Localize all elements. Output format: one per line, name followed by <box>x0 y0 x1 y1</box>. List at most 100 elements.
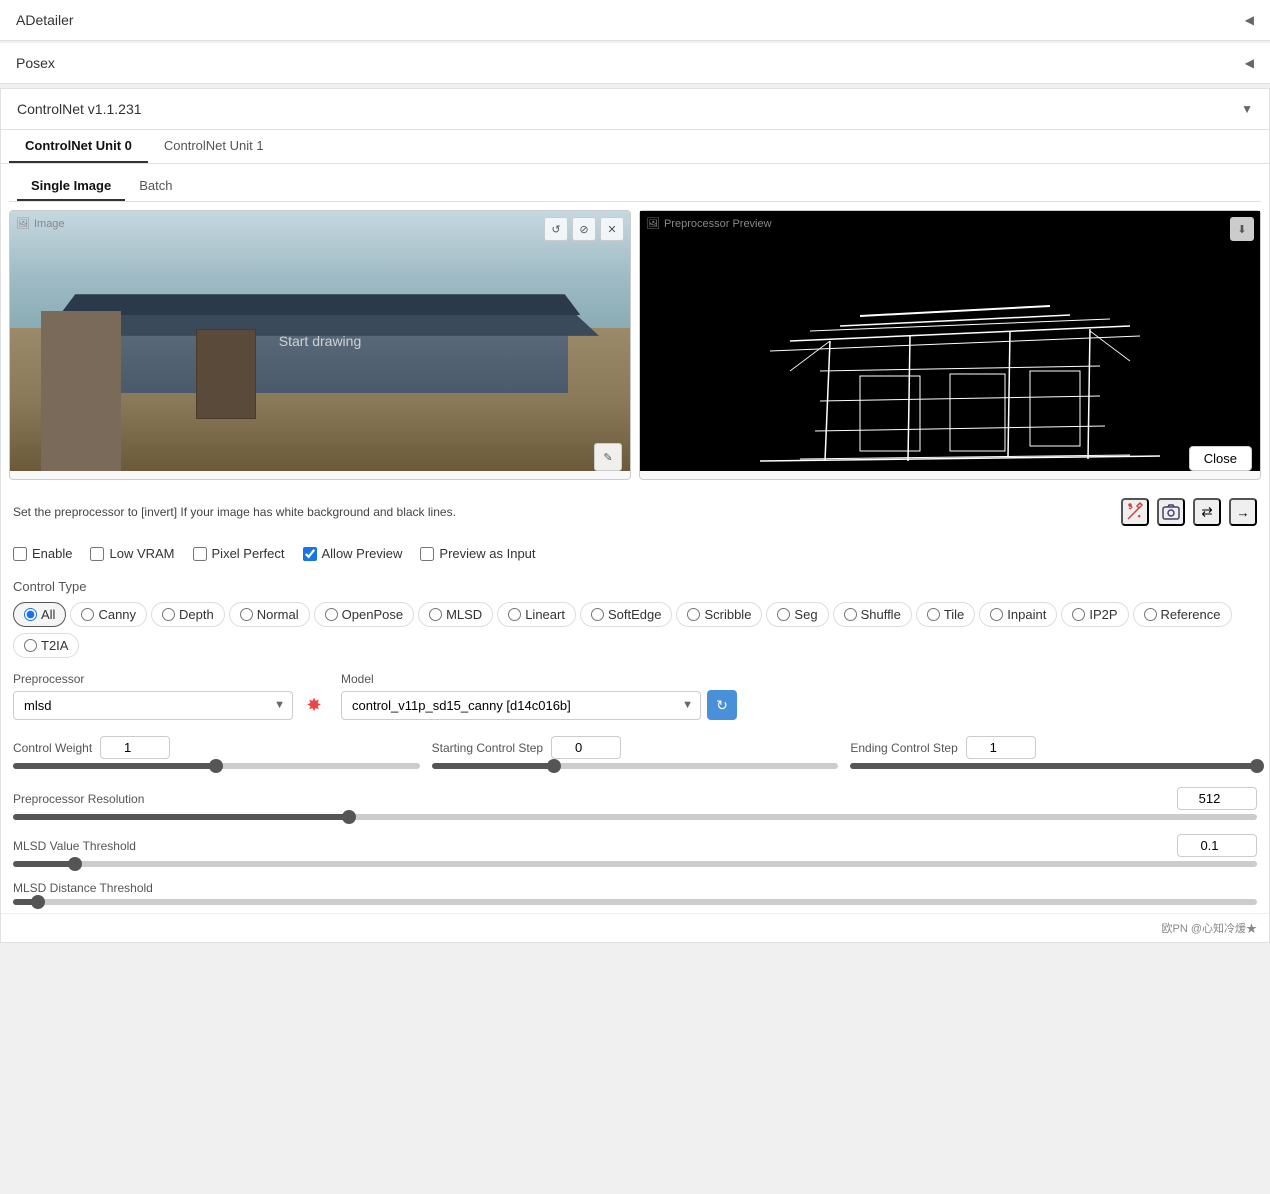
model-select-wrapper: control_v11p_sd15_canny [d14c016b] None … <box>341 691 701 720</box>
close-button[interactable]: ✕ <box>600 217 624 241</box>
radio-seg[interactable]: Seg <box>766 602 828 627</box>
radio-input-scribble[interactable] <box>687 608 700 621</box>
image-icon: 🖼 <box>16 217 30 230</box>
model-field-label: Model <box>341 672 737 686</box>
send-button[interactable]: → <box>1229 498 1257 526</box>
allow-preview-checkbox-input[interactable] <box>303 547 317 561</box>
radio-label-depth: Depth <box>179 607 214 622</box>
tab-unit0[interactable]: ControlNet Unit 0 <box>9 130 148 163</box>
preprocessor-resolution-input[interactable] <box>1177 787 1257 810</box>
mlsd-value-thumb[interactable] <box>68 857 82 871</box>
ending-step-input[interactable] <box>966 736 1036 759</box>
model-field-group: Model control_v11p_sd15_canny [d14c016b]… <box>341 672 737 720</box>
radio-input-seg[interactable] <box>777 608 790 621</box>
radio-input-openpose[interactable] <box>325 608 338 621</box>
control-weight-track <box>13 763 420 769</box>
preprocessor-field-group: Preprocessor mlsd none canny depth_midas… <box>13 672 329 720</box>
radio-tile[interactable]: Tile <box>916 602 975 627</box>
radio-all[interactable]: All <box>13 602 66 627</box>
radio-mlsd[interactable]: MLSD <box>418 602 493 627</box>
pixel-perfect-checkbox[interactable]: Pixel Perfect <box>193 546 285 561</box>
radio-input-normal[interactable] <box>240 608 253 621</box>
enable-checkbox[interactable]: Enable <box>13 546 72 561</box>
starting-step-thumb[interactable] <box>547 759 561 773</box>
ending-step-thumb[interactable] <box>1250 759 1264 773</box>
mlsd-distance-thumb[interactable] <box>31 895 45 909</box>
preprocessor-resolution-thumb[interactable] <box>342 810 356 824</box>
radio-ip2p[interactable]: IP2P <box>1061 602 1128 627</box>
radio-input-shuffle[interactable] <box>844 608 857 621</box>
radio-input-lineart[interactable] <box>508 608 521 621</box>
tab-unit1[interactable]: ControlNet Unit 1 <box>148 130 280 163</box>
eraser-button[interactable]: ⊘ <box>572 217 596 241</box>
radio-input-t2ia[interactable] <box>24 639 37 652</box>
low-vram-checkbox[interactable]: Low VRAM <box>90 546 174 561</box>
preprocessor-field-label: Preprocessor <box>13 672 329 686</box>
preprocessor-preview-tools: ⬇ <box>1230 217 1254 241</box>
preprocessor-select-wrapper: mlsd none canny depth_midas ▼ <box>13 691 293 720</box>
control-type-label: Control Type <box>13 579 1257 594</box>
radio-softedge[interactable]: SoftEdge <box>580 602 673 627</box>
radio-label-tile: Tile <box>944 607 964 622</box>
radio-input-all[interactable] <box>24 608 37 621</box>
magic-wand-button[interactable] <box>1121 498 1149 526</box>
allow-preview-checkbox[interactable]: Allow Preview <box>303 546 403 561</box>
preprocessor-select[interactable]: mlsd none canny depth_midas <box>13 691 293 720</box>
radio-scribble[interactable]: Scribble <box>676 602 762 627</box>
radio-input-canny[interactable] <box>81 608 94 621</box>
radio-label-canny: Canny <box>98 607 136 622</box>
enable-checkbox-input[interactable] <box>13 547 27 561</box>
input-image-panel: 🖼 Image ↺ ⊘ ✕ Start drawing <box>9 210 631 480</box>
pencil-button[interactable]: ✎ <box>594 443 622 471</box>
radio-input-inpaint[interactable] <box>990 608 1003 621</box>
preprocessor-star-button[interactable]: ✸ <box>299 690 329 720</box>
radio-openpose[interactable]: OpenPose <box>314 602 414 627</box>
radio-lineart[interactable]: Lineart <box>497 602 576 627</box>
radio-label-ip2p: IP2P <box>1089 607 1117 622</box>
radio-input-depth[interactable] <box>162 608 175 621</box>
allow-preview-label: Allow Preview <box>322 546 403 561</box>
control-weight-input[interactable] <box>100 736 170 759</box>
starting-step-input[interactable] <box>551 736 621 759</box>
camera-button[interactable] <box>1157 498 1185 526</box>
pixel-perfect-label: Pixel Perfect <box>212 546 285 561</box>
controlnet-header[interactable]: ControlNet v1.1.231 ▼ <box>1 89 1269 130</box>
radio-canny[interactable]: Canny <box>70 602 147 627</box>
radio-inpaint[interactable]: Inpaint <box>979 602 1057 627</box>
radio-input-mlsd[interactable] <box>429 608 442 621</box>
mlsd-value-input[interactable] <box>1177 834 1257 857</box>
controlnet-section: ControlNet v1.1.231 ▼ ControlNet Unit 0 … <box>0 88 1270 943</box>
radio-label-mlsd: MLSD <box>446 607 482 622</box>
undo-button[interactable]: ↺ <box>544 217 568 241</box>
radio-depth[interactable]: Depth <box>151 602 225 627</box>
control-type-radios: All Canny Depth Normal OpenPose MLSD LineartSo… <box>13 602 1257 658</box>
radio-input-tile[interactable] <box>927 608 940 621</box>
mlsd-value-label: MLSD Value Threshold <box>13 839 136 853</box>
swap-button[interactable]: ⇄ <box>1193 498 1221 526</box>
ending-step-label: Ending Control Step <box>850 741 957 755</box>
tab-single-image[interactable]: Single Image <box>17 172 125 201</box>
preview-as-input-checkbox-input[interactable] <box>420 547 434 561</box>
radio-label-reference: Reference <box>1161 607 1221 622</box>
model-refresh-button[interactable]: ↻ <box>707 690 737 720</box>
posex-section[interactable]: Posex ◀ <box>0 43 1270 84</box>
tab-batch[interactable]: Batch <box>125 172 186 201</box>
close-preview-button[interactable]: Close <box>1189 446 1252 471</box>
radio-reference[interactable]: Reference <box>1133 602 1232 627</box>
pixel-perfect-checkbox-input[interactable] <box>193 547 207 561</box>
radio-t2ia[interactable]: T2IA <box>13 633 79 658</box>
preview-as-input-checkbox[interactable]: Preview as Input <box>420 546 535 561</box>
control-weight-thumb[interactable] <box>209 759 223 773</box>
model-select[interactable]: control_v11p_sd15_canny [d14c016b] None <box>341 691 701 720</box>
mlsd-value-fill <box>13 861 75 867</box>
starting-step-label: Starting Control Step <box>432 741 543 755</box>
radio-input-softedge[interactable] <box>591 608 604 621</box>
adetailer-section[interactable]: ADetailer ◀ <box>0 0 1270 41</box>
radio-input-reference[interactable] <box>1144 608 1157 621</box>
low-vram-checkbox-input[interactable] <box>90 547 104 561</box>
radio-input-ip2p[interactable] <box>1072 608 1085 621</box>
radio-label-normal: Normal <box>257 607 299 622</box>
radio-shuffle[interactable]: Shuffle <box>833 602 912 627</box>
radio-normal[interactable]: Normal <box>229 602 310 627</box>
download-preview-button[interactable]: ⬇ <box>1230 217 1254 241</box>
